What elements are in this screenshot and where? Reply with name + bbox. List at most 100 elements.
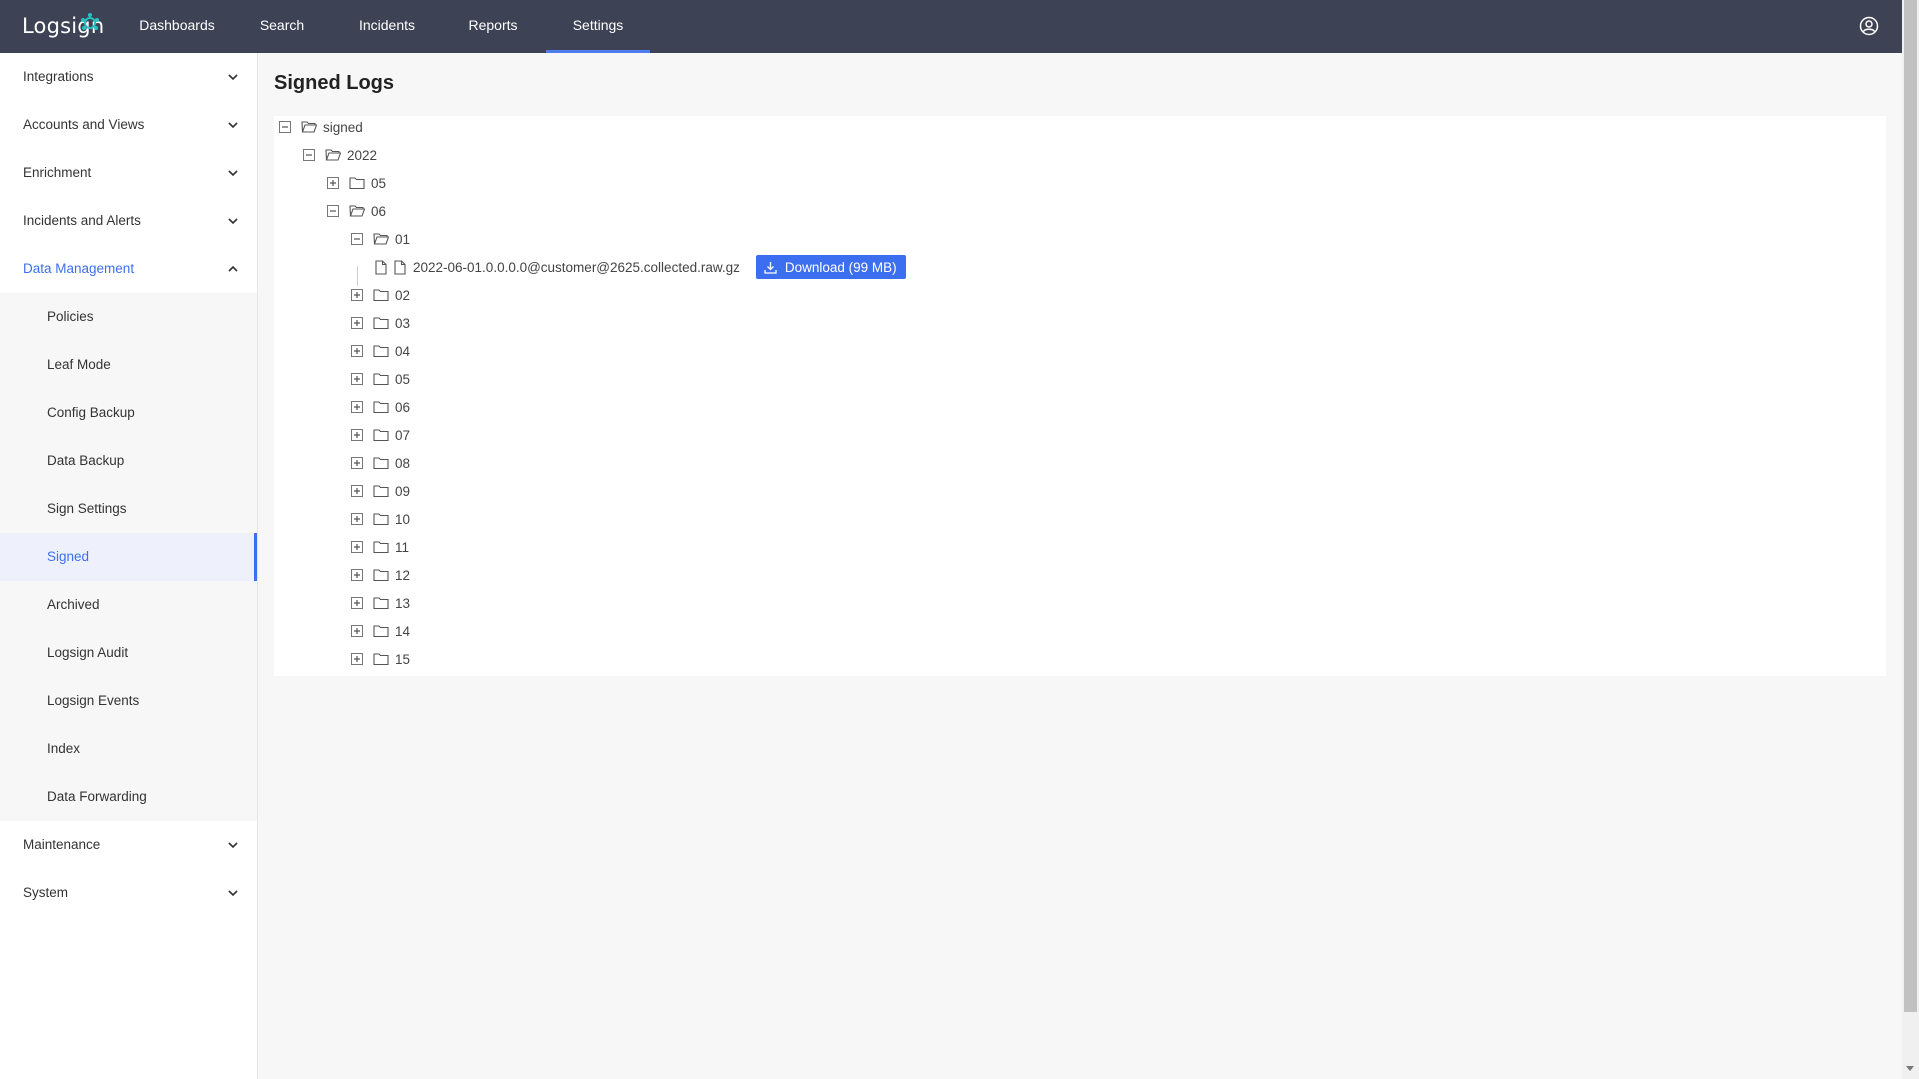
sidebar-item-accounts-and-views[interactable]: Accounts and Views <box>0 101 257 149</box>
chevron-down-icon <box>228 842 238 849</box>
tree-node-label: 01 <box>395 231 411 247</box>
download-button[interactable]: Download (99 MB) <box>755 255 906 279</box>
data-management-submenu: Policies Leaf Mode Config Backup Data Ba… <box>0 293 257 821</box>
sidebar-item-sign-settings[interactable]: Sign Settings <box>0 485 257 533</box>
collapse-icon[interactable] <box>327 205 339 217</box>
sidebar-item-label: System <box>23 885 69 900</box>
tree-node-day[interactable]: 10 <box>351 509 410 529</box>
sidebar-item-data-forwarding[interactable]: Data Forwarding <box>0 773 257 821</box>
sidebar-item-label: Accounts and Views <box>23 117 145 132</box>
expand-icon[interactable] <box>351 401 363 413</box>
tree-node-root[interactable]: signed <box>279 117 363 137</box>
sidebar-item-index[interactable]: Index <box>0 725 257 773</box>
logo-mark-icon <box>81 13 99 30</box>
sidebar-item-label: Maintenance <box>23 837 101 852</box>
tab-dashboards[interactable]: Dashboards <box>124 0 230 53</box>
sidebar-item-data-management[interactable]: Data Management <box>0 245 257 293</box>
tree-node-label: 11 <box>395 539 410 555</box>
sidebar-item-system[interactable]: System <box>0 869 257 917</box>
collapse-icon[interactable] <box>279 121 291 133</box>
tree-node-label: 05 <box>395 371 411 387</box>
tab-reports[interactable]: Reports <box>450 0 536 53</box>
page-scrollbar[interactable] <box>1902 0 1919 1079</box>
folder-icon <box>373 457 389 470</box>
tab-incidents[interactable]: Incidents <box>344 0 430 53</box>
tree-node-label: signed <box>323 119 363 135</box>
expand-icon[interactable] <box>351 653 363 665</box>
scroll-down-arrow-icon[interactable] <box>1906 1066 1914 1071</box>
settings-sidebar: Integrations Accounts and Views Enrichme… <box>0 53 258 1079</box>
sidebar-item-label: Enrichment <box>23 165 92 180</box>
expand-icon[interactable] <box>351 317 363 329</box>
tree-node-label: 08 <box>395 455 411 471</box>
tree-node-month[interactable]: 05 <box>327 173 386 193</box>
chevron-down-icon <box>228 218 238 225</box>
expand-icon[interactable] <box>351 541 363 553</box>
folder-icon <box>373 429 389 442</box>
sidebar-item-incidents-and-alerts[interactable]: Incidents and Alerts <box>0 197 257 245</box>
folder-icon <box>373 401 389 414</box>
page-title: Signed Logs <box>274 72 394 94</box>
chevron-down-icon <box>228 170 238 177</box>
expand-icon[interactable] <box>327 177 339 189</box>
sidebar-item-config-backup[interactable]: Config Backup <box>0 389 257 437</box>
folder-icon <box>373 485 389 498</box>
tree-node-day[interactable]: 07 <box>351 425 410 445</box>
tab-settings[interactable]: Settings <box>546 0 650 53</box>
folder-icon <box>373 513 389 526</box>
sidebar-item-maintenance[interactable]: Maintenance <box>0 821 257 869</box>
expand-icon[interactable] <box>351 625 363 637</box>
tree-node-day[interactable]: 14 <box>351 621 410 641</box>
tree-node-file[interactable]: 2022-06-01.0.0.0.0@customer@2625.collect… <box>375 255 906 279</box>
user-circle-icon[interactable] <box>1859 16 1879 36</box>
collapse-icon[interactable] <box>351 233 363 245</box>
expand-icon[interactable] <box>351 289 363 301</box>
tree-node-day[interactable]: 11 <box>351 537 409 557</box>
tree-node-month[interactable]: 06 <box>327 201 386 221</box>
sidebar-item-integrations[interactable]: Integrations <box>0 53 257 101</box>
folder-icon <box>373 597 389 610</box>
tree-node-day[interactable]: 12 <box>351 565 410 585</box>
tree-node-day[interactable]: 09 <box>351 481 410 501</box>
tree-node-year[interactable]: 2022 <box>303 145 377 165</box>
expand-icon[interactable] <box>351 513 363 525</box>
expand-icon[interactable] <box>351 429 363 441</box>
sidebar-item-data-backup[interactable]: Data Backup <box>0 437 257 485</box>
tree-node-day[interactable]: 05 <box>351 369 410 389</box>
folder-icon <box>373 345 389 358</box>
top-navigation-bar: Logsign Dashboards Search Incidents Repo… <box>0 0 1902 53</box>
tree-node-day[interactable]: 13 <box>351 593 410 613</box>
sidebar-item-logsign-audit[interactable]: Logsign Audit <box>0 629 257 677</box>
tree-node-day[interactable]: 08 <box>351 453 410 473</box>
sidebar-item-logsign-events[interactable]: Logsign Events <box>0 677 257 725</box>
tree-node-day[interactable]: 04 <box>351 341 410 361</box>
scrollbar-thumb[interactable] <box>1904 0 1917 1012</box>
tree-node-day[interactable]: 03 <box>351 313 410 333</box>
expand-icon[interactable] <box>351 457 363 469</box>
sidebar-item-label: Incidents and Alerts <box>23 213 141 228</box>
tree-node-day[interactable]: 15 <box>351 649 410 669</box>
sidebar-item-policies[interactable]: Policies <box>0 293 257 341</box>
tree-connector <box>357 266 358 286</box>
sidebar-item-signed[interactable]: Signed <box>0 533 257 581</box>
expand-icon[interactable] <box>351 569 363 581</box>
tree-node-day[interactable]: 02 <box>351 285 410 305</box>
expand-icon[interactable] <box>351 485 363 497</box>
folder-icon <box>373 289 389 302</box>
folder-open-icon <box>325 149 341 161</box>
sidebar-item-archived[interactable]: Archived <box>0 581 257 629</box>
expand-icon[interactable] <box>351 345 363 357</box>
folder-icon <box>373 569 389 582</box>
chevron-down-icon <box>228 890 238 897</box>
collapse-icon[interactable] <box>303 149 315 161</box>
sidebar-item-label: Integrations <box>23 69 94 84</box>
sidebar-item-leaf-mode[interactable]: Leaf Mode <box>0 341 257 389</box>
sidebar-item-enrichment[interactable]: Enrichment <box>0 149 257 197</box>
tree-node-day[interactable]: 06 <box>351 397 410 417</box>
tree-node-label: 12 <box>395 567 411 583</box>
tree-node-day[interactable]: 01 <box>351 229 410 249</box>
tab-search[interactable]: Search <box>244 0 320 53</box>
expand-icon[interactable] <box>351 597 363 609</box>
expand-icon[interactable] <box>351 373 363 385</box>
signed-logs-tree: signed 2022 05 06 2022-06-01.0.0.0.0@cus… <box>274 116 1886 676</box>
